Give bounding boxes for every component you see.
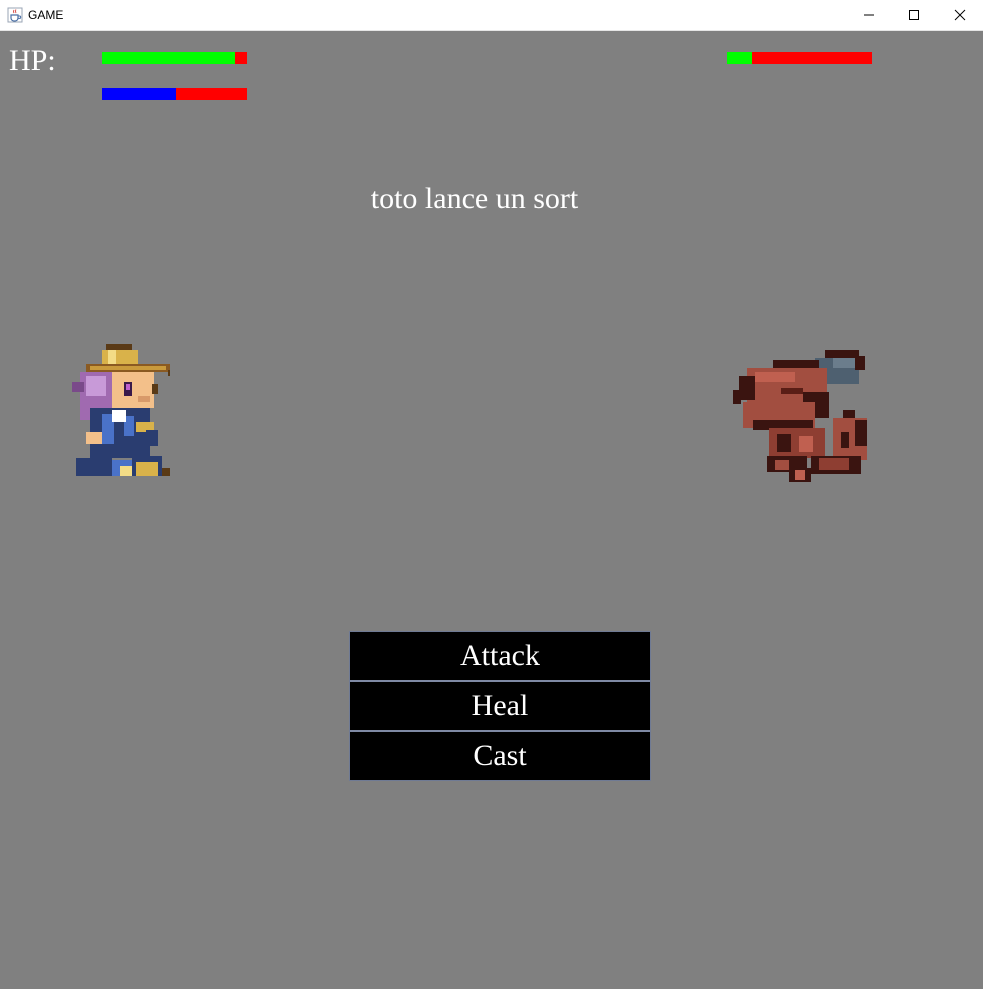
player-hp-fill [102,52,236,64]
battle-message: toto lance un sort [0,182,983,216]
player-hp-bar [102,52,247,64]
heal-button[interactable]: Heal [350,682,650,732]
attack-button[interactable]: Attack [350,632,650,682]
player-sprite [72,344,170,476]
window-titlebar: GAME [0,0,983,31]
close-icon [954,9,966,21]
hp-label: HP: [9,44,56,77]
enemy-hp-fill [727,52,752,64]
enemy-hp-bar [727,52,872,64]
maximize-button[interactable] [891,0,937,30]
minimize-icon [864,14,874,16]
battle-message-text: toto lance un sort [370,182,579,215]
minimize-button[interactable] [846,0,892,30]
maximize-icon [909,10,919,20]
enemy-sprite [733,350,867,482]
java-cup-icon [7,7,23,23]
close-button[interactable] [937,0,983,30]
cast-button[interactable]: Cast [350,732,650,780]
player-mp-fill [102,88,176,100]
window-title: GAME [28,8,64,22]
player-mp-bar [102,88,247,100]
action-menu: Attack Heal Cast [349,631,651,781]
